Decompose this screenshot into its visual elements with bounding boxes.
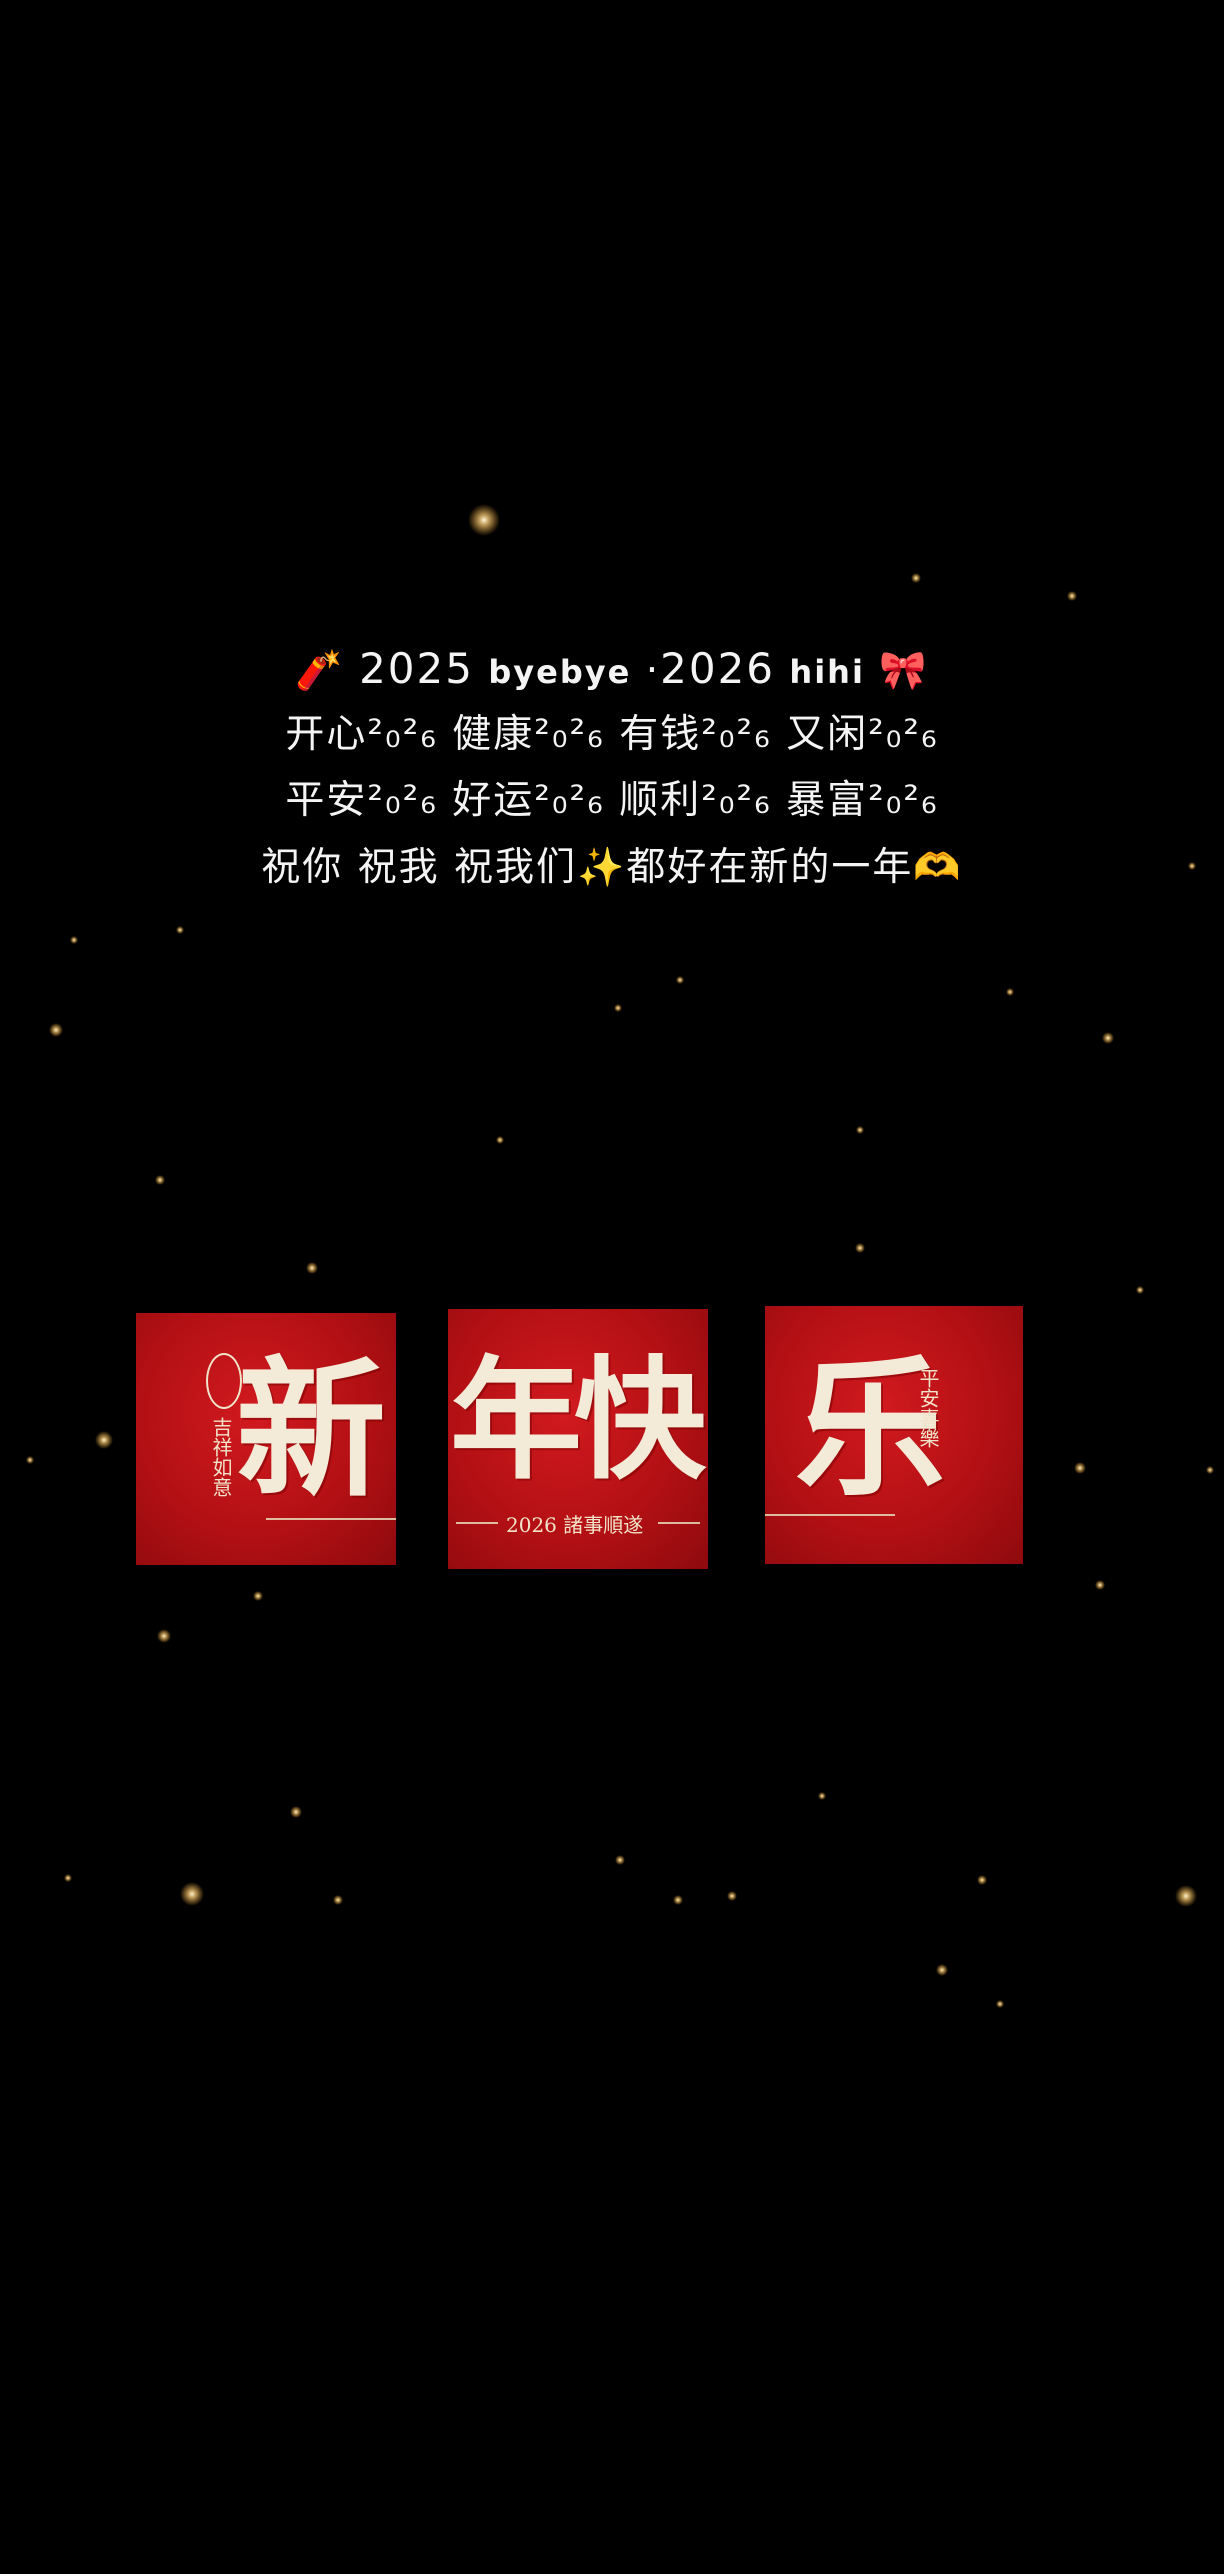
separator-dot: · bbox=[645, 648, 661, 693]
bokeh-star bbox=[614, 1004, 622, 1012]
heart-hands-icon: 🫶 bbox=[913, 845, 963, 889]
tile-middle-characters: 年快 bbox=[450, 1343, 706, 1498]
bokeh-star bbox=[253, 1591, 263, 1601]
word-hihi: hihi bbox=[789, 653, 865, 691]
bokeh-star bbox=[155, 1175, 165, 1185]
caption-line-4-start: 祝你 祝我 祝我们 bbox=[261, 845, 578, 890]
year-2025: 2025 bbox=[359, 644, 474, 693]
tile-left-rule bbox=[266, 1518, 396, 1520]
tile-left-character: 新 bbox=[236, 1342, 387, 1518]
ribbon-icon: 🎀 bbox=[879, 648, 929, 692]
bokeh-star bbox=[180, 1882, 204, 1906]
bokeh-star bbox=[290, 1806, 302, 1818]
bokeh-star bbox=[818, 1792, 826, 1800]
bokeh-star bbox=[64, 1874, 72, 1882]
bokeh-star bbox=[1074, 1462, 1086, 1474]
bokeh-star bbox=[176, 926, 184, 934]
new-year-tile-middle: 年快 2026 諸事順遂 bbox=[448, 1309, 708, 1569]
bokeh-star bbox=[911, 573, 921, 583]
caption-line-4-end: 都好在新的一年 bbox=[626, 845, 914, 890]
tile-right-rule bbox=[765, 1514, 895, 1516]
tile-middle-rule-left bbox=[456, 1522, 498, 1524]
caption-line-4: 祝你 祝我 祝我们✨都好在新的一年🫶 bbox=[0, 834, 1224, 900]
greeting-caption: 🧨 2025 byebye ·2026 hihi 🎀 开心²₀²₆ 健康²₀²₆… bbox=[0, 636, 1224, 900]
tile-left-side-text: 吉祥如意 bbox=[209, 1417, 233, 1497]
new-year-tile-left: 吉祥如意 新 bbox=[136, 1313, 396, 1565]
bokeh-star bbox=[70, 936, 78, 944]
caption-line-2: 开心²₀²₆ 健康²₀²₆ 有钱²₀²₆ 又闲²₀²₆ bbox=[285, 712, 939, 757]
bokeh-star bbox=[856, 1126, 864, 1134]
bokeh-star bbox=[676, 976, 684, 984]
bokeh-star bbox=[1102, 1032, 1114, 1044]
word-byebye: byebye bbox=[488, 653, 632, 691]
caption-line-1: 🧨 2025 byebye ·2026 hihi 🎀 bbox=[0, 636, 1224, 702]
bokeh-star bbox=[95, 1431, 113, 1449]
bokeh-star bbox=[333, 1895, 343, 1905]
bokeh-star bbox=[468, 504, 500, 536]
bokeh-star bbox=[673, 1895, 683, 1905]
tile-right-side-text: 平安喜樂 bbox=[916, 1368, 940, 1448]
bokeh-star bbox=[996, 2000, 1004, 2008]
bokeh-star bbox=[936, 1964, 948, 1976]
bokeh-star bbox=[26, 1456, 34, 1464]
caption-line-3: 平安²₀²₆ 好运²₀²₆ 顺利²₀²₆ 暴富²₀²₆ bbox=[285, 778, 939, 823]
bokeh-star bbox=[49, 1023, 63, 1037]
bokeh-star bbox=[306, 1262, 318, 1274]
tile-middle-tagline: 2026 諸事順遂 bbox=[506, 1513, 644, 1537]
bokeh-star bbox=[1175, 1885, 1197, 1907]
sparkles-icon: ✨ bbox=[577, 845, 627, 889]
bokeh-star bbox=[1136, 1286, 1144, 1294]
bokeh-star bbox=[1095, 1580, 1105, 1590]
firecracker-icon: 🧨 bbox=[295, 648, 345, 692]
year-2026: 2026 bbox=[660, 644, 776, 693]
bokeh-star bbox=[977, 1875, 987, 1885]
new-year-tile-right: 乐 平安喜樂 bbox=[765, 1306, 1023, 1564]
bokeh-star bbox=[855, 1243, 865, 1253]
starfield bbox=[26, 504, 1214, 2008]
bokeh-star bbox=[727, 1891, 737, 1901]
bokeh-star bbox=[496, 1136, 504, 1144]
bokeh-star bbox=[1006, 988, 1014, 996]
bokeh-star bbox=[1067, 591, 1077, 601]
tile-middle-rule-right bbox=[658, 1522, 700, 1524]
bokeh-star bbox=[1206, 1466, 1214, 1474]
bokeh-star bbox=[157, 1629, 171, 1643]
bokeh-star bbox=[615, 1855, 625, 1865]
